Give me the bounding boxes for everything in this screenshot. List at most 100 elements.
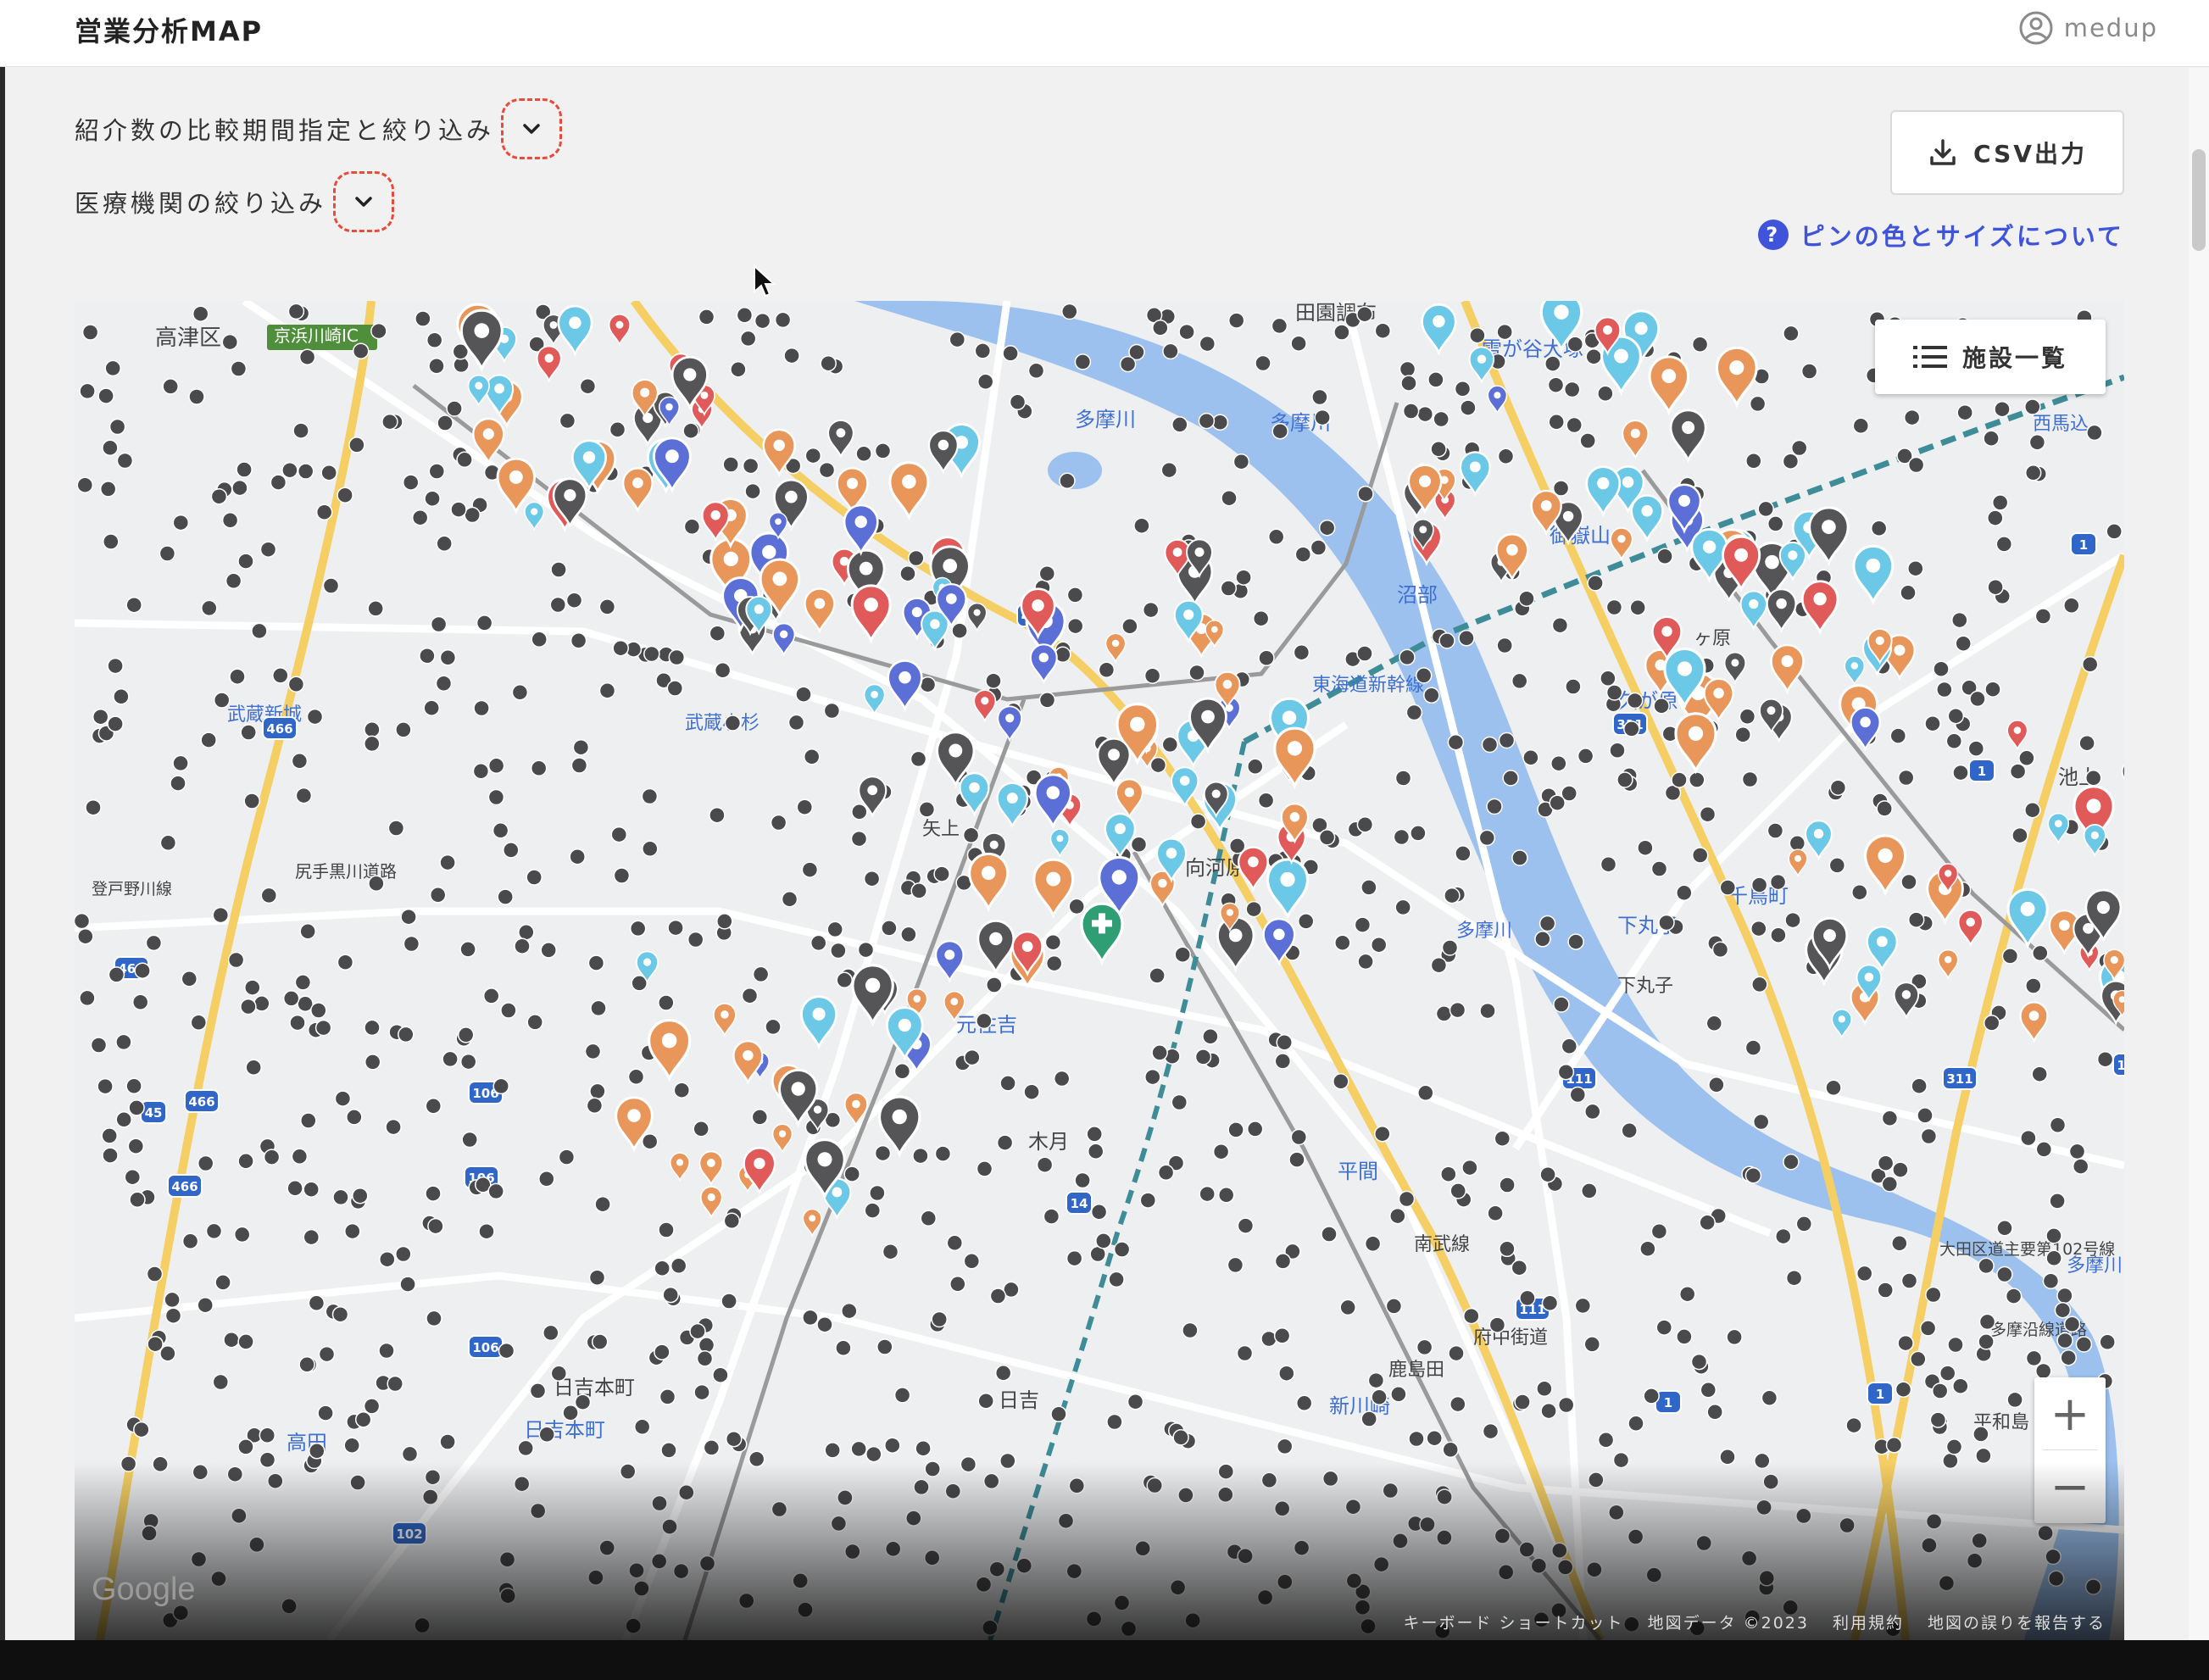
facility-dot [1400,375,1417,392]
keyboard-shortcuts-link[interactable]: キーボード ショートカット [1404,1610,1624,1633]
facility-dot [667,919,684,937]
facility-dot [344,1222,361,1240]
csv-export-button[interactable]: CSV出力 [1890,110,2124,195]
facility-dot [1967,740,1985,757]
facility-dot [281,461,298,479]
facility-dot [999,1075,1016,1092]
facility-dot [159,545,176,562]
facility-dot [513,1475,531,1493]
facility-dot [76,476,94,493]
facility-dot [803,748,821,765]
facility-dot [1444,887,1461,904]
pin-legend-help-link[interactable]: ? ピンの色とサイズについて [1757,217,2124,253]
facility-dot [1478,829,1496,847]
facility-dot [584,1043,602,1060]
facility-dot [1146,1477,1163,1494]
facility-dot [1699,805,1717,823]
facility-dot [287,303,305,320]
facility-dot [1699,1214,1716,1232]
facility-dot [714,662,732,679]
facility-dot [263,1149,281,1165]
facility-dot [1588,1471,1605,1488]
facility-dot [318,1345,336,1363]
facility-dot [1987,578,2004,596]
facility-dot [1066,1562,1083,1580]
facility-dot [1910,1350,1927,1368]
facility-dot [1691,847,1709,864]
facility-list-button[interactable]: 施設一覧 [1875,320,2106,394]
facility-dot [964,1049,981,1066]
facility-dot [500,1002,517,1019]
facility-dot [1609,742,1626,759]
facility-dot [1436,1529,1453,1546]
facility-dot [1783,1154,1800,1171]
terms-link[interactable]: 利用規約 [1833,1610,1904,1633]
facility-dot [1426,1429,1443,1447]
comparison-filter-toggle[interactable] [501,98,563,159]
map-canvas[interactable]: 高津区 京浜川崎IC田園調布雪が谷大塚多摩川 多摩川御嶽山沼部東海道新幹線久が原西馬… [75,301,2124,1640]
facility-dot [863,870,881,887]
facility-dot [364,1019,381,1037]
facility-dot [1550,754,1567,772]
facility-dot [79,989,96,1007]
facility-dot [1454,381,1472,398]
facility-dot [124,1168,142,1186]
facility-dot [1416,1338,1433,1356]
facility-dot [2060,1349,2077,1366]
facility-dot [1991,494,2009,511]
facility-dot [1290,1128,1308,1146]
facility-dot [2047,1570,2065,1588]
facility-dot [1134,1540,1151,1557]
facility-dot [712,1366,729,1383]
facility-dot [754,312,771,330]
facility-dot [133,1421,150,1438]
facility-dot [320,464,337,481]
user-menu[interactable]: medup [2018,10,2158,46]
facility-dot [1339,1299,1356,1316]
facility-dot [1066,617,1084,635]
facility-dot [476,615,493,631]
facility-dot [1182,1321,1199,1339]
zoom-in-button[interactable]: + [2034,1377,2106,1450]
map-area[interactable]: 高津区 京浜川崎IC 田園調布 雪が谷大塚 多摩川 多摩川 御嶽山 沼部 東海道新幹線 久が原 西馬… [75,301,2124,1640]
facility-dot [2049,1193,2066,1210]
report-error-link[interactable]: 地図の誤りを報告する [1928,1610,2106,1633]
facility-dot [742,457,760,475]
scrollbar[interactable] [2189,68,2209,1640]
facility-dot [975,1576,993,1594]
facility-filter: 医療機関の絞り込み [75,171,395,232]
facility-dot [587,1569,604,1586]
facility-dot [1295,1394,1313,1412]
facility-dot [1705,1015,1723,1032]
facility-dot [570,632,587,649]
facility-dot [1579,432,1596,449]
comparison-filter-label: 紹介数の比較期間指定と絞り込み [75,116,495,145]
facility-dot [1469,326,1486,344]
facility-dot [1237,1217,1255,1234]
facility-dot [792,1572,809,1589]
facility-dot [295,787,313,804]
facility-dot [893,1063,911,1080]
scrollbar-thumb[interactable] [2192,149,2206,251]
map-place-label: 東海道新幹線 [1312,675,1424,696]
facility-dot [1333,1073,1349,1090]
facility-dot [1106,1413,1123,1431]
map-place-label: 高津区 [155,325,221,351]
facility-filter-toggle[interactable] [333,171,395,232]
facility-dot [2034,608,2052,625]
facility-dot [1769,873,1787,891]
zoom-out-button[interactable]: − [2034,1450,2106,1523]
facility-dot [673,1082,691,1099]
facility-dot [619,1463,637,1480]
facility-dot [1750,920,1767,937]
facility-dot [101,1127,118,1144]
facility-dot [1095,1232,1112,1249]
facility-dot [436,535,453,553]
facility-dot [698,309,715,325]
facility-dot [752,965,770,983]
facility-dot [237,1438,254,1455]
facility-dot [558,1149,576,1165]
facility-dot [1561,1037,1578,1055]
facility-dot [1402,403,1420,420]
facility-dot [81,324,99,341]
